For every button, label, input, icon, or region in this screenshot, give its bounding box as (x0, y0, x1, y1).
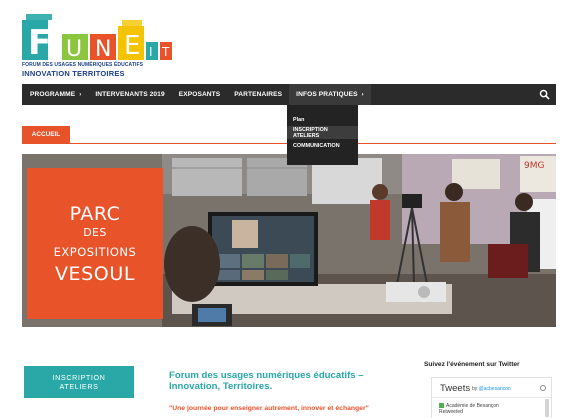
retweet-icon (439, 403, 444, 409)
dropdown-item-plan[interactable]: Plan (287, 113, 358, 126)
nav-item-intervenants[interactable]: INTERVENANTS 2019 (88, 84, 171, 105)
nav-item-exposants[interactable]: EXPOSANTS (172, 84, 228, 105)
inscription-button-line-1: INSCRIPTION (52, 373, 106, 382)
logo-tagline-top: FORUM DES USAGES NUMÉRIQUES ÉDUCATIFS (22, 62, 144, 68)
logo-letter-i: I (149, 45, 153, 59)
nav-item-label: INTERVENANTS 2019 (95, 91, 165, 98)
nav-item-label: EXPOSANTS (178, 91, 221, 98)
poster-line-parc: PARC (69, 202, 121, 225)
funeit-logo-graphic: F U N E I T (22, 14, 172, 62)
hero-banner: 9MG PARC DES EXPOSITIONS VESOUL (22, 154, 556, 327)
inscription-ateliers-button[interactable]: INSCRIPTION ATELIERS (24, 366, 134, 398)
dropdown-item-inscription-ateliers[interactable]: INSCRIPTION ATELIERS (287, 126, 358, 139)
logo-tagline-bottom: INNOVATION TERRITOIRES (22, 69, 125, 78)
logo-letter-n: N (95, 37, 111, 62)
poster-line-expositions: EXPOSITIONS (53, 244, 137, 259)
forum-title: Forum des usages numériques éducatifs – … (169, 370, 364, 392)
twitter-handle-link[interactable]: @acbesancon (479, 386, 511, 392)
search-icon[interactable] (539, 89, 550, 100)
inscription-button-line-2: ATELIERS (59, 382, 99, 391)
twitter-by-label: by (472, 386, 478, 392)
poster-line-vesoul: VESOUL (54, 262, 136, 285)
site-logo[interactable]: F U N E I T FORUM DES USAGES NUMÉRIQUES … (22, 14, 182, 80)
twitter-widget-title: Tweets (440, 383, 471, 394)
twitter-divider (432, 397, 551, 398)
breadcrumb-accueil[interactable]: ACCUEIL (22, 126, 70, 143)
logo-letter-u: U (66, 37, 82, 62)
chevron-right-icon: › (79, 91, 82, 98)
twitter-heading: Suivez l'événement sur Twitter (424, 361, 520, 368)
nav-item-label: INFOS PRATIQUES (296, 91, 358, 98)
infos-pratiques-dropdown: Plan INSCRIPTION ATELIERS COMMUNICATION (287, 105, 358, 165)
twitter-widget-by: by @acbesancon (472, 386, 511, 392)
nav-item-label: PARTENAIRES (234, 91, 283, 98)
nav-item-partenaires[interactable]: PARTENAIRES (227, 84, 289, 105)
logo-letter-t: T (161, 45, 170, 59)
main-navbar: PROGRAMME › INTERVENANTS 2019 EXPOSANTS … (22, 84, 556, 105)
parc-expositions-poster: PARC DES EXPOSITIONS VESOUL (27, 168, 163, 319)
logo-letter-e: E (124, 31, 140, 61)
forum-quote: "Une journée pour enseigner autrement, i… (169, 405, 369, 412)
nav-item-programme[interactable]: PROGRAMME › (22, 84, 88, 105)
chevron-right-icon: › (361, 91, 364, 98)
dropdown-item-communication[interactable]: COMMUNICATION (287, 139, 358, 152)
poster-line-des: DES (83, 225, 107, 239)
nav-item-label: PROGRAMME (30, 91, 76, 98)
svg-text:9MG: 9MG (524, 161, 544, 171)
nav-item-infos-pratiques[interactable]: INFOS PRATIQUES › (289, 84, 371, 105)
twitter-timeline-widget: Tweets by @acbesancon Académie de Besanç… (431, 377, 552, 418)
info-icon[interactable] (540, 385, 546, 391)
tweet-retweeted-label: Retweeted (439, 409, 463, 415)
tweet-entry[interactable]: Académie de Besançon Retweeted (439, 403, 499, 415)
logo-letter-f: F (28, 23, 51, 62)
twitter-scrollbar[interactable] (545, 399, 549, 417)
